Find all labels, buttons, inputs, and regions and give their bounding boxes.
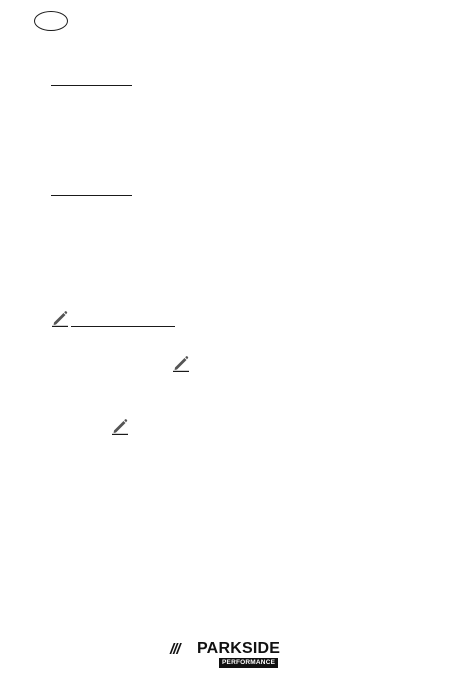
pencil-icon [172,354,190,372]
language-badge-oval-icon [34,11,68,31]
logo-slashes: /// [170,641,180,658]
section-rule-2 [51,195,132,196]
parkside-logo: /// PARKSIDE PERFORMANCE [170,640,280,668]
section-rule-3 [71,326,175,327]
logo-wordmark: PARKSIDE [197,640,281,657]
pencil-icon [51,309,69,327]
logo-performance-tag: PERFORMANCE [219,658,279,668]
pencil-icon [111,417,129,435]
section-rule-1 [51,85,132,86]
